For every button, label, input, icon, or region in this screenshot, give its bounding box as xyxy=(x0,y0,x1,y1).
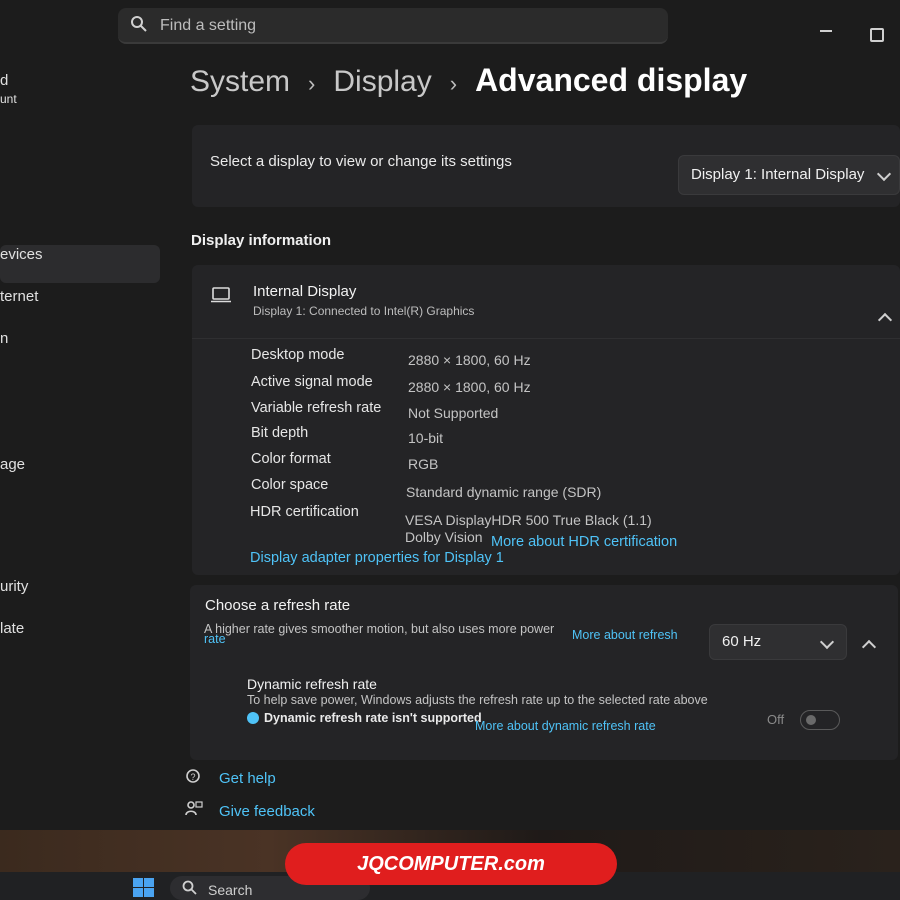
display-info-title: Internal Display xyxy=(253,283,357,300)
dynamic-refresh-desc: To help save power, Windows adjusts the … xyxy=(247,693,708,707)
prop-value: RGB xyxy=(408,456,439,472)
get-help-link[interactable]: Get help xyxy=(219,770,276,787)
prop-label: HDR certification xyxy=(250,504,359,520)
prop-label: Color format xyxy=(251,451,331,467)
breadcrumb-system[interactable]: System xyxy=(190,65,290,99)
display-select-label: Select a display to view or change its s… xyxy=(210,153,512,170)
title-bar: Find a setting xyxy=(0,0,900,50)
search-placeholder: Find a setting xyxy=(160,17,257,34)
page-title: Advanced display xyxy=(475,62,748,98)
sidebar-item-language[interactable]: age xyxy=(0,456,25,473)
dynamic-refresh-unsupported: Dynamic refresh rate isn't supported xyxy=(264,711,482,725)
settings-window: Find a setting d unt evices ternet n age… xyxy=(0,0,900,830)
display-select-value: Display 1: Internal Display xyxy=(691,166,865,183)
prop-value: 2880 × 1800, 60 Hz xyxy=(408,379,531,395)
prop-value: 10-bit xyxy=(408,430,444,446)
prop-value: VESA DisplayHDR 500 True Black (1.1) xyxy=(405,512,652,528)
hdr-dolby: Dolby Vision xyxy=(405,529,483,545)
display-info-heading: Display information xyxy=(191,232,332,249)
laptop-icon xyxy=(211,287,231,303)
refresh-rate-desc: A higher rate gives smoother motion, but… xyxy=(204,622,555,636)
prop-value: 2880 × 1800, 60 Hz xyxy=(408,352,531,368)
windows-start-icon[interactable] xyxy=(133,878,155,898)
sidebar-item-account-sub: unt xyxy=(0,92,17,106)
breadcrumb-display[interactable]: Display xyxy=(333,65,431,99)
sidebar-item-personalization[interactable]: n xyxy=(0,330,8,347)
watermark-badge: JQCOMPUTER.com xyxy=(285,843,617,885)
give-feedback-link[interactable]: Give feedback xyxy=(219,803,315,820)
taskbar-search-label: Search xyxy=(208,882,253,898)
search-input[interactable]: Find a setting xyxy=(118,8,668,44)
refresh-more-link[interactable]: More about refresh xyxy=(572,628,678,642)
prop-label: Color space xyxy=(251,477,329,493)
minimize-button[interactable] xyxy=(820,22,834,36)
display-info-subtitle: Display 1: Connected to Intel(R) Graphic… xyxy=(253,304,475,318)
search-icon xyxy=(182,880,197,895)
adapter-properties-link[interactable]: Display adapter properties for Display 1 xyxy=(250,550,504,566)
refresh-rate-value: 60 Hz xyxy=(722,633,762,650)
breadcrumb: System › Display › Advanced display xyxy=(190,62,747,112)
display-select-dropdown[interactable]: Display 1: Internal Display xyxy=(678,155,900,195)
chevron-down-icon xyxy=(819,634,835,650)
sidebar-item-update[interactable]: late xyxy=(0,620,24,637)
toggle-state-label: Off xyxy=(767,712,785,727)
divider xyxy=(192,338,900,339)
prop-value: Not Supported xyxy=(408,405,499,421)
refresh-rate-dropdown[interactable]: 60 Hz xyxy=(709,624,847,660)
refresh-more-link-rate[interactable]: rate xyxy=(204,632,226,646)
refresh-rate-title: Choose a refresh rate xyxy=(205,597,351,614)
toggle-knob xyxy=(806,715,816,725)
chevron-down-icon xyxy=(876,166,892,182)
feedback-icon xyxy=(185,801,203,816)
prop-label: Active signal mode xyxy=(251,374,373,390)
breadcrumb-chevron-icon: › xyxy=(308,71,316,96)
maximize-button[interactable] xyxy=(870,28,884,42)
hdr-cert-link[interactable]: More about HDR certification xyxy=(491,534,677,550)
sidebar-item-devices[interactable]: evices xyxy=(0,246,43,263)
sidebar-item-security[interactable]: urity xyxy=(0,578,28,595)
info-icon xyxy=(247,712,259,724)
sidebar-item-account-partial[interactable]: d xyxy=(0,72,8,89)
dynamic-refresh-toggle[interactable] xyxy=(800,710,840,730)
help-icon: ? xyxy=(186,769,200,783)
sidebar-item-network[interactable]: ternet xyxy=(0,288,38,305)
breadcrumb-chevron-icon: › xyxy=(449,71,458,96)
dynamic-refresh-title: Dynamic refresh rate xyxy=(247,676,377,692)
sidebar: d unt evices ternet n age urity late xyxy=(0,50,165,830)
prop-label: Variable refresh rate xyxy=(251,400,382,416)
dynamic-refresh-link[interactable]: More about dynamic refresh rate xyxy=(475,719,656,733)
prop-label: Bit depth xyxy=(251,425,309,441)
prop-label: Desktop mode xyxy=(251,347,345,363)
search-icon xyxy=(131,16,147,32)
svg-text:?: ? xyxy=(191,772,196,782)
prop-value: Standard dynamic range (SDR) xyxy=(406,484,602,500)
